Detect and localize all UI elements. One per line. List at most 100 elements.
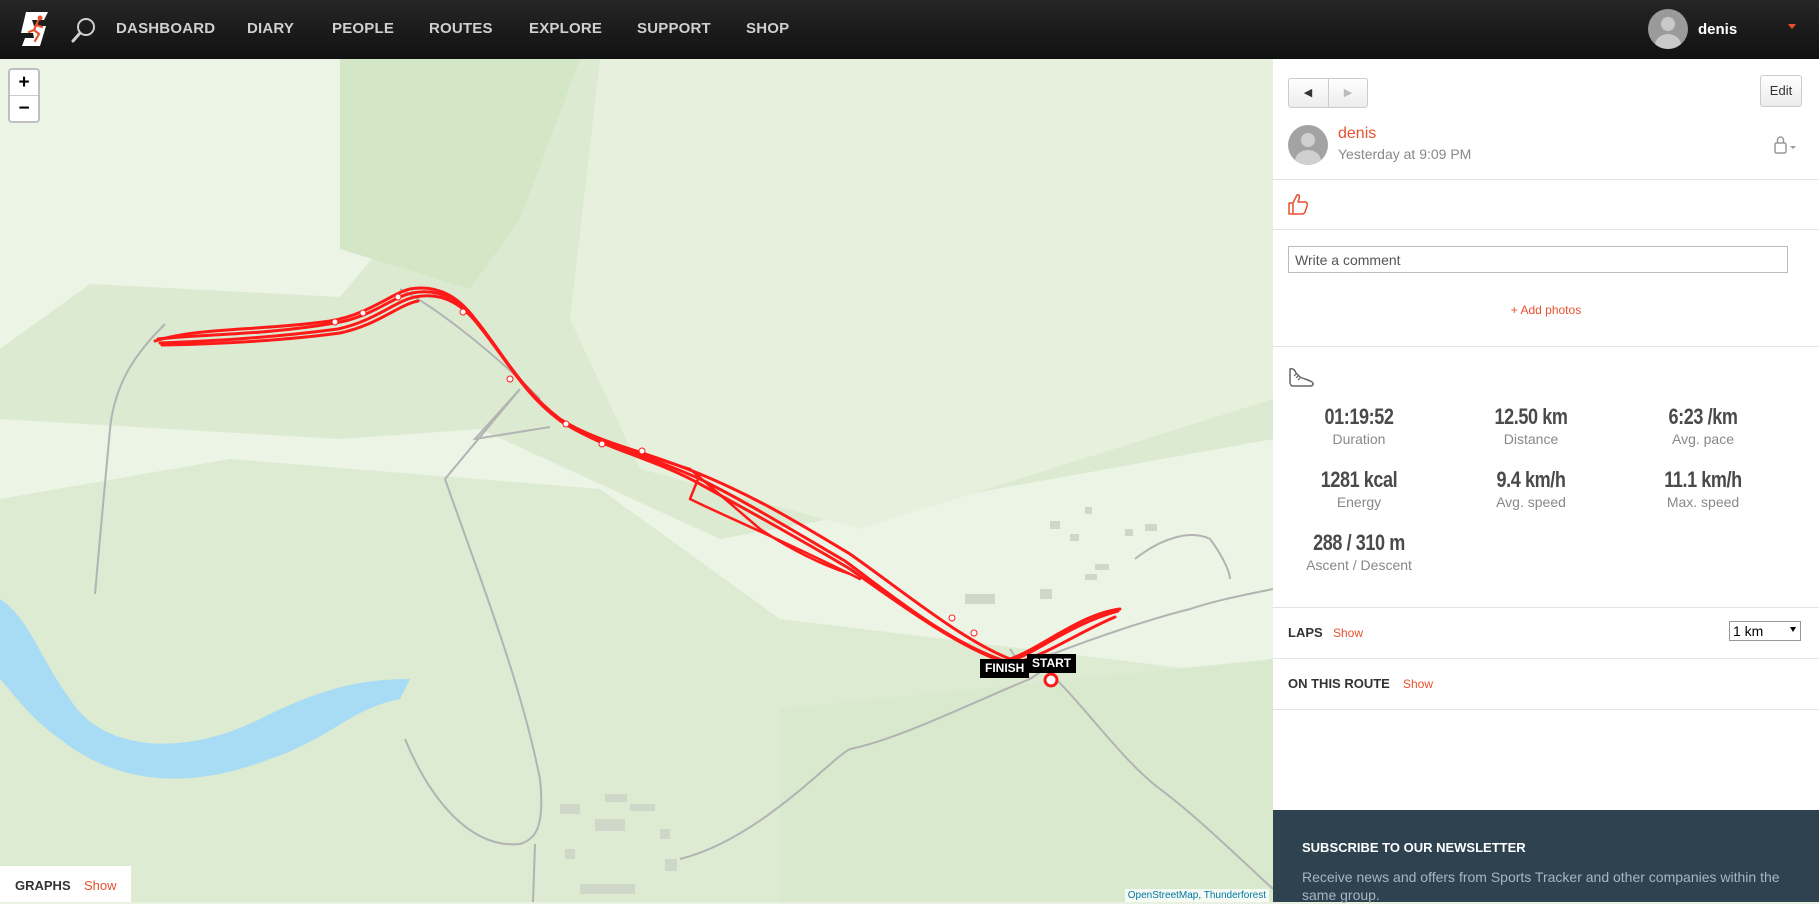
finish-flag: FINISH <box>980 659 1030 678</box>
chevron-down-icon <box>1790 627 1796 632</box>
km-marker <box>948 614 956 622</box>
newsletter-title: SUBSCRIBE TO OUR NEWSLETTER <box>1302 840 1526 855</box>
map-canvas <box>0 59 1273 902</box>
search-icon[interactable] <box>70 16 98 44</box>
privacy-lock-icon[interactable] <box>1771 135 1799 155</box>
graphs-bar: GRAPHS Show <box>0 866 131 902</box>
map-attribution[interactable]: OpenStreetMap, Thunderforest <box>1124 889 1269 902</box>
stat-ascent-descent-value: 288 / 310 m <box>1313 530 1405 555</box>
road <box>1134 534 1231 580</box>
building <box>580 884 635 894</box>
building <box>605 794 627 802</box>
stat-energy-value: 1281 kcal <box>1320 467 1398 492</box>
stat-max-speed-label: Max. speed <box>1666 494 1740 510</box>
nav-diary[interactable]: DIARY <box>247 20 294 37</box>
owner-name-link[interactable]: denis <box>1338 125 1376 143</box>
nav-routes[interactable]: ROUTES <box>429 20 493 37</box>
stat-avg-pace: 6:23 /km Avg. pace <box>1617 404 1789 447</box>
stat-distance-label: Distance <box>1503 431 1559 447</box>
on-this-route-label: ON THIS ROUTE <box>1288 676 1390 691</box>
stat-energy: 1281 kcal Energy <box>1273 467 1445 510</box>
building <box>1040 589 1052 599</box>
stat-max-speed-value: 11.1 km/h <box>1664 467 1742 492</box>
divider <box>1273 179 1819 180</box>
nav-people[interactable]: PEOPLE <box>332 20 394 37</box>
stat-duration: 01:19:52 Duration <box>1273 404 1445 447</box>
zoom-out-button[interactable]: − <box>10 95 38 121</box>
stat-distance: 12.50 km Distance <box>1445 404 1617 447</box>
start-point-icon <box>1043 672 1059 688</box>
building <box>595 819 625 831</box>
km-marker <box>331 318 339 326</box>
stat-avg-pace-label: Avg. pace <box>1671 431 1734 447</box>
stat-ascent-descent: 288 / 310 m Ascent / Descent <box>1273 530 1445 573</box>
stat-duration-value: 01:19:52 <box>1324 404 1394 429</box>
zoom-controls: + − <box>8 68 40 123</box>
km-marker <box>638 447 646 455</box>
nav-shop[interactable]: SHOP <box>746 20 789 37</box>
route-map[interactable]: + − FINISH START OpenStreetMap, Thunderf… <box>0 59 1273 902</box>
building <box>1085 574 1097 580</box>
km-marker <box>359 309 367 317</box>
owner-silhouette-icon <box>1295 133 1321 165</box>
nav-dashboard[interactable]: DASHBOARD <box>116 20 215 37</box>
stat-energy-label: Energy <box>1336 494 1382 510</box>
field-area <box>570 59 1273 529</box>
graphs-show-link[interactable]: Show <box>84 878 117 893</box>
building <box>1095 564 1109 570</box>
stat-avg-speed: 9.4 km/h Avg. speed <box>1445 467 1617 510</box>
on-this-route-show-link[interactable]: Show <box>1403 677 1433 691</box>
divider <box>1273 607 1819 608</box>
divider <box>1273 229 1819 230</box>
sports-tracker-logo-icon[interactable] <box>18 10 52 48</box>
building <box>1145 524 1157 531</box>
add-photos-link[interactable]: + Add photos <box>1273 303 1819 317</box>
newsletter-text: Receive news and offers from Sports Trac… <box>1302 869 1780 903</box>
workout-details-panel: ◀ ▶ Edit denis Yesterday at 9:09 PM + Ad… <box>1273 59 1819 903</box>
stat-avg-speed-value: 9.4 km/h <box>1496 467 1566 492</box>
building <box>1070 534 1079 541</box>
nav-explore[interactable]: EXPLORE <box>529 20 602 37</box>
km-marker <box>506 375 514 383</box>
divider <box>1273 709 1819 710</box>
km-marker <box>562 420 570 428</box>
building <box>1050 521 1060 529</box>
stat-max-speed: 11.1 km/h Max. speed <box>1617 467 1789 510</box>
stat-avg-pace-value: 6:23 /km <box>1668 404 1738 429</box>
laps-show-link[interactable]: Show <box>1333 626 1363 640</box>
building <box>630 804 655 811</box>
divider <box>1273 346 1819 347</box>
user-avatar[interactable] <box>1648 9 1688 49</box>
stat-avg-speed-label: Avg. speed <box>1496 494 1566 510</box>
divider <box>1273 658 1819 659</box>
lap-length-value: 1 km <box>1733 623 1764 639</box>
thumbs-up-icon[interactable] <box>1287 192 1309 216</box>
stat-duration-label: Duration <box>1332 431 1386 447</box>
edit-button[interactable]: Edit <box>1760 75 1802 107</box>
km-marker <box>598 440 606 448</box>
previous-workout-button[interactable]: ◀ <box>1289 79 1327 107</box>
building <box>965 594 995 604</box>
building <box>1085 507 1092 514</box>
newsletter-section: SUBSCRIBE TO OUR NEWSLETTER Receive news… <box>1273 810 1819 903</box>
lap-length-select[interactable]: 1 km <box>1729 621 1801 641</box>
user-silhouette-icon <box>1655 17 1681 49</box>
km-marker <box>970 629 978 637</box>
owner-avatar[interactable] <box>1288 125 1328 165</box>
zoom-in-button[interactable]: + <box>10 70 38 95</box>
workout-date: Yesterday at 9:09 PM <box>1338 146 1472 162</box>
stat-distance-value: 12.50 km <box>1494 404 1568 429</box>
user-menu-caret-icon[interactable] <box>1788 24 1796 29</box>
nav-support[interactable]: SUPPORT <box>637 20 711 37</box>
comment-input[interactable] <box>1288 246 1788 273</box>
building <box>660 829 670 839</box>
laps-label: LAPS <box>1288 625 1323 640</box>
graphs-label: GRAPHS <box>15 878 71 893</box>
next-workout-button[interactable]: ▶ <box>1328 79 1367 107</box>
building <box>1125 529 1133 536</box>
user-name[interactable]: denis <box>1698 21 1737 38</box>
running-shoe-icon <box>1289 368 1314 387</box>
km-marker <box>459 308 467 316</box>
building <box>665 859 677 871</box>
building <box>565 849 575 859</box>
